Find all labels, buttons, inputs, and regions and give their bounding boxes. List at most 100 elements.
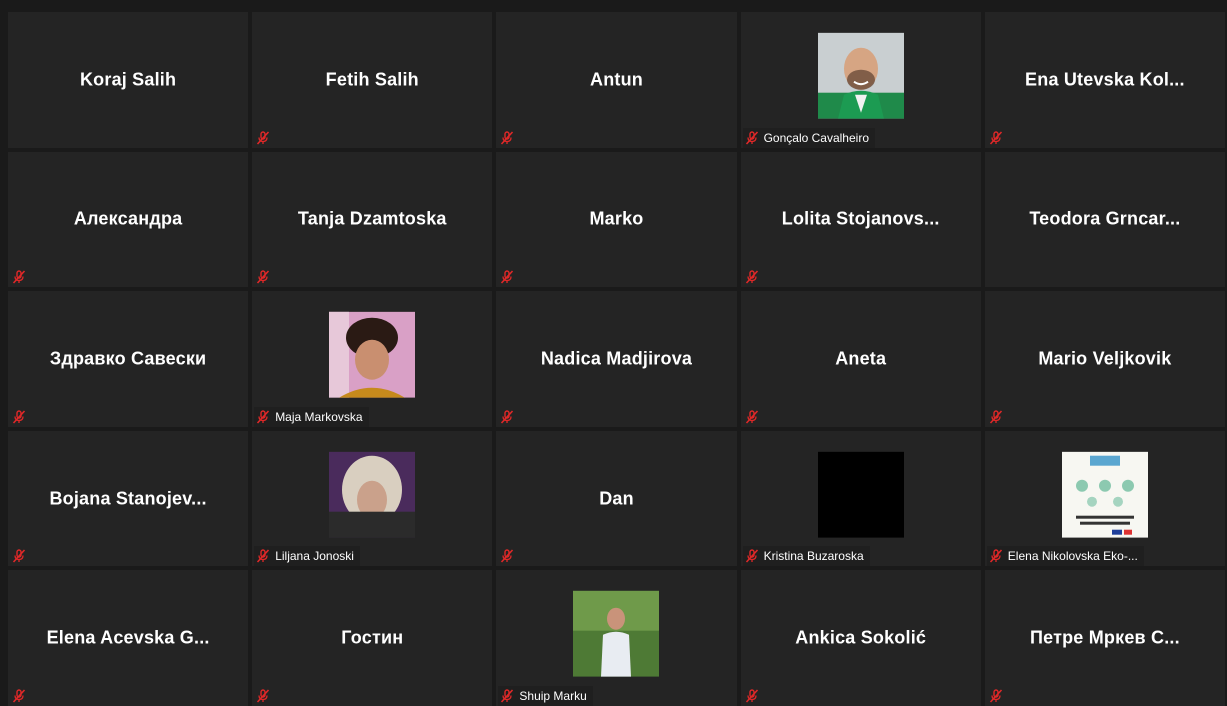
tile-footer bbox=[10, 546, 32, 566]
muted-mic-icon bbox=[745, 549, 758, 563]
participant-video bbox=[573, 590, 660, 677]
muted-mic-icon bbox=[501, 549, 514, 563]
tile-footer bbox=[743, 407, 765, 427]
tile-footer bbox=[10, 267, 32, 287]
participant-name: Mario Veljkovik bbox=[1038, 348, 1172, 369]
participant-name: Antun bbox=[590, 69, 643, 90]
participant-tile[interactable]: Nadica Madjirova bbox=[496, 291, 737, 427]
participant-tile[interactable]: Elena Acevska G... bbox=[8, 570, 249, 706]
muted-mic-icon bbox=[257, 689, 270, 703]
tile-footer bbox=[987, 128, 1009, 148]
participant-tile[interactable]: Koraj Salih bbox=[8, 12, 249, 148]
participant-name: Петре Мркев С... bbox=[1029, 627, 1180, 648]
muted-mic-icon bbox=[257, 549, 270, 563]
participant-name: Tanja Dzamtoska bbox=[297, 208, 447, 229]
participant-tile[interactable]: Liljana Jonoski bbox=[252, 430, 493, 567]
tile-footer bbox=[987, 686, 1009, 706]
tile-footer bbox=[10, 686, 32, 706]
tile-footer bbox=[498, 128, 520, 148]
participant-tile[interactable]: Mario Veljkovik bbox=[984, 291, 1225, 427]
participant-grid: Koraj Salih Fetih Salih Antun Gonçalo Caval… bbox=[8, 12, 1225, 706]
tile-footer bbox=[254, 686, 276, 706]
participant-video bbox=[817, 451, 904, 538]
muted-mic-icon bbox=[745, 270, 758, 284]
participant-name: Nadica Madjirova bbox=[540, 348, 693, 369]
muted-mic-icon bbox=[12, 410, 26, 424]
participant-label: Liljana Jonoski bbox=[275, 549, 354, 564]
tile-footer bbox=[254, 267, 276, 287]
muted-mic-icon bbox=[745, 689, 758, 703]
participant-name: Aneta bbox=[835, 348, 887, 369]
participant-tile[interactable]: Ankica Sokolić bbox=[740, 570, 981, 706]
participant-label: Shuip Marku bbox=[519, 689, 587, 703]
muted-mic-icon bbox=[501, 270, 514, 284]
muted-mic-icon bbox=[989, 130, 1002, 145]
participant-tile[interactable]: Tanja Dzamtoska bbox=[252, 151, 493, 288]
participant-tile[interactable]: Maja Markovska bbox=[252, 291, 493, 427]
participant-name: Lolita Stojanovs... bbox=[781, 208, 940, 229]
participant-name: Fetih Salih bbox=[325, 69, 419, 90]
tile-footer: Elena Nikolovska Eko-... bbox=[986, 546, 1144, 567]
tile-footer: Liljana Jonoski bbox=[254, 546, 360, 567]
participant-name: Bojana Stanojev... bbox=[49, 488, 207, 509]
muted-mic-icon bbox=[989, 689, 1002, 703]
muted-mic-icon bbox=[12, 689, 26, 703]
muted-mic-icon bbox=[501, 130, 514, 145]
participant-tile[interactable]: Александра bbox=[8, 151, 249, 288]
muted-mic-icon bbox=[257, 270, 270, 284]
muted-mic-icon bbox=[12, 549, 26, 563]
muted-mic-icon bbox=[745, 130, 758, 145]
participant-video bbox=[817, 32, 904, 119]
participant-tile[interactable]: Гостин bbox=[252, 570, 493, 706]
participant-name: Teodora Grncar... bbox=[1029, 208, 1181, 229]
participant-tile[interactable]: Gonçalo Cavalheiro bbox=[740, 12, 981, 148]
tile-footer: Shuip Marku bbox=[498, 686, 593, 706]
muted-mic-icon bbox=[12, 270, 26, 284]
participant-name: Dan bbox=[599, 488, 634, 509]
participant-tile[interactable]: Antun bbox=[496, 12, 737, 148]
participant-tile[interactable]: Dan bbox=[496, 430, 737, 567]
muted-mic-icon bbox=[501, 410, 514, 424]
participant-label: Kristina Buzaroska bbox=[763, 549, 864, 564]
muted-mic-icon bbox=[745, 410, 758, 424]
participant-name: Ankica Sokolić bbox=[795, 627, 927, 648]
tile-footer bbox=[254, 128, 276, 148]
participant-tile[interactable]: Lolita Stojanovs... bbox=[740, 151, 981, 288]
tile-footer: Kristina Buzaroska bbox=[742, 546, 870, 567]
participant-name: Marko bbox=[589, 208, 644, 229]
participant-tile[interactable]: Bojana Stanojev... bbox=[8, 430, 249, 567]
participant-tile[interactable]: Kristina Buzaroska bbox=[740, 430, 981, 567]
participant-tile[interactable]: Elena Nikolovska Eko-... bbox=[984, 430, 1225, 567]
tile-footer bbox=[498, 407, 520, 427]
participant-video bbox=[329, 311, 416, 398]
participant-name: Koraj Salih bbox=[79, 69, 177, 90]
participant-tile[interactable]: Aneta bbox=[740, 291, 981, 427]
participant-tile[interactable]: Fetih Salih bbox=[252, 12, 493, 148]
muted-mic-icon bbox=[257, 410, 270, 424]
participant-name: Здравко Савески bbox=[49, 348, 207, 369]
participant-tile[interactable]: Здравко Савески bbox=[8, 291, 249, 427]
participant-video bbox=[1061, 451, 1148, 538]
participant-label: Maja Markovska bbox=[275, 409, 363, 424]
muted-mic-icon bbox=[501, 689, 514, 703]
muted-mic-icon bbox=[989, 410, 1002, 424]
participant-tile[interactable]: Shuip Marku bbox=[496, 570, 737, 706]
participant-tile[interactable]: Петре Мркев С... bbox=[984, 570, 1225, 706]
tile-footer bbox=[743, 686, 765, 706]
participant-tile[interactable]: Marko bbox=[496, 151, 737, 288]
participant-name: Ena Utevska Kol... bbox=[1025, 69, 1185, 90]
tile-footer bbox=[498, 267, 520, 287]
muted-mic-icon bbox=[257, 130, 270, 145]
participant-label: Gonçalo Cavalheiro bbox=[763, 130, 869, 145]
tile-footer: Maja Markovska bbox=[254, 406, 369, 427]
participant-tile[interactable]: Teodora Grncar... bbox=[984, 151, 1225, 288]
tile-footer bbox=[10, 407, 32, 427]
participant-tile[interactable]: Ena Utevska Kol... bbox=[984, 12, 1225, 148]
tile-footer bbox=[743, 267, 765, 287]
participant-label: Elena Nikolovska Eko-... bbox=[1007, 549, 1138, 564]
participant-video bbox=[329, 451, 416, 538]
muted-mic-icon bbox=[989, 549, 1002, 563]
tile-footer: Gonçalo Cavalheiro bbox=[742, 127, 875, 148]
participant-name: Александра bbox=[73, 208, 183, 229]
tile-footer bbox=[498, 546, 520, 566]
